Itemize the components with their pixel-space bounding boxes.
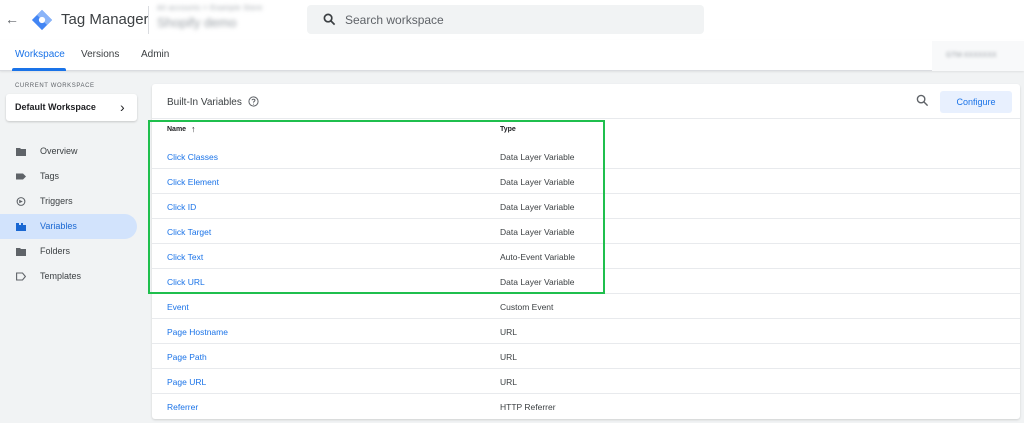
tag-manager-logo[interactable] [31,9,53,31]
variable-type: Data Layer Variable [500,177,575,187]
table-row: Page URL URL [152,369,1020,394]
sidebar-item-label: Overview [40,146,78,156]
divider [148,6,149,34]
container-name: Shopify demo [157,15,237,30]
table-row: Event Custom Event [152,294,1020,319]
table-row: Click Element Data Layer Variable [152,169,1020,194]
table-row: Click URL Data Layer Variable [152,269,1020,294]
account-path: All accounts > Example Store [157,5,263,12]
variable-name-link[interactable]: Page URL [167,377,206,387]
sidebar-item-label: Triggers [40,196,73,206]
variable-name-link[interactable]: Click Text [167,252,203,262]
back-arrow-icon[interactable]: ← [5,11,19,27]
variable-name-link[interactable]: Click Element [167,177,219,187]
variable-name-link[interactable]: Page Hostname [167,327,228,337]
tab-admin[interactable]: Admin [141,49,169,60]
tab-versions[interactable]: Versions [81,49,119,60]
workspace-selector[interactable]: Default Workspace › [6,94,137,121]
table-row: Referrer HTTP Referrer [152,394,1020,419]
chevron-right-icon: › [120,99,125,115]
variable-type: URL [500,327,518,337]
sidebar-item-variables[interactable]: Variables [0,214,137,239]
page-title: Built-In Variables [167,97,242,108]
app-title: Tag Manager [61,11,149,28]
table-row: Click ID Data Layer Variable [152,194,1020,219]
overview-icon [16,148,26,156]
container-id: GTM-XXXXXXX [946,52,997,59]
search-icon[interactable] [916,94,929,107]
variable-name-link[interactable]: Referrer [167,402,198,412]
top-app-bar: ← Tag Manager All accounts > Example Sto… [0,0,1024,40]
variable-type: URL [500,377,518,387]
table-row: Click Target Data Layer Variable [152,219,1020,244]
divider [152,118,1020,119]
sidebar-item-label: Templates [40,271,82,281]
variable-type: Data Layer Variable [500,227,575,237]
variable-type: Custom Event [500,302,554,312]
table-row: Click Text Auto-Event Variable [152,244,1020,269]
variable-type: Data Layer Variable [500,277,575,287]
sidebar-item-folders[interactable]: Folders [0,239,137,264]
sidebar-item-label: Folders [40,246,71,256]
table-row: Page Hostname URL [152,319,1020,344]
template-icon [16,272,26,281]
search-icon [323,13,336,26]
folder-icon [16,248,26,256]
variable-type: Auto-Event Variable [500,252,575,262]
variable-type: Data Layer Variable [500,202,575,212]
variable-name-link[interactable]: Click Classes [167,152,218,162]
variable-type: URL [500,352,518,362]
variable-name-link[interactable]: Click Target [167,227,211,237]
current-workspace-label: CURRENT WORKSPACE [15,83,95,89]
configure-button[interactable]: Configure [940,91,1012,113]
tab-workspace[interactable]: Workspace [15,49,65,60]
variable-name-link[interactable]: Click ID [167,202,196,212]
search-placeholder: Search workspace [345,13,444,27]
variable-type: HTTP Referrer [500,402,556,412]
sidebar-item-overview[interactable]: Overview [0,139,137,164]
variable-name-link[interactable]: Page Path [167,352,207,362]
column-header-type: Type [500,126,516,133]
sidebar-item-triggers[interactable]: Triggers [0,189,137,214]
table-row: Page Path URL [152,344,1020,369]
variable-name-link[interactable]: Event [167,302,189,312]
sidebar-item-tags[interactable]: Tags [0,164,137,189]
workspace-name: Default Workspace [15,102,96,112]
account-container-switcher[interactable]: All accounts > Example Store Shopify dem… [157,5,297,35]
tag-icon [16,173,26,180]
table-row: Click Classes Data Layer Variable [152,144,1020,169]
active-tab-indicator [12,68,66,71]
search-workspace-input[interactable]: Search workspace [307,5,704,34]
sort-arrow-icon[interactable]: ↑ [191,124,196,134]
sidebar-item-label: Variables [40,221,77,231]
variables-icon [16,223,26,231]
sidebar-item-label: Tags [40,171,60,181]
sidebar-item-templates[interactable]: Templates [0,264,137,289]
variable-name-link[interactable]: Click URL [167,277,205,287]
tab-bar: Workspace Versions Admin [0,40,1024,71]
container-id-area: GTM-XXXXXXX [932,41,1024,71]
help-icon[interactable] [248,96,259,107]
column-header-name[interactable]: Name [167,126,186,133]
variable-type: Data Layer Variable [500,152,575,162]
built-in-variables-card: Built-In Variables Configure Name ↑ Type… [152,84,1020,419]
trigger-icon [16,197,26,206]
